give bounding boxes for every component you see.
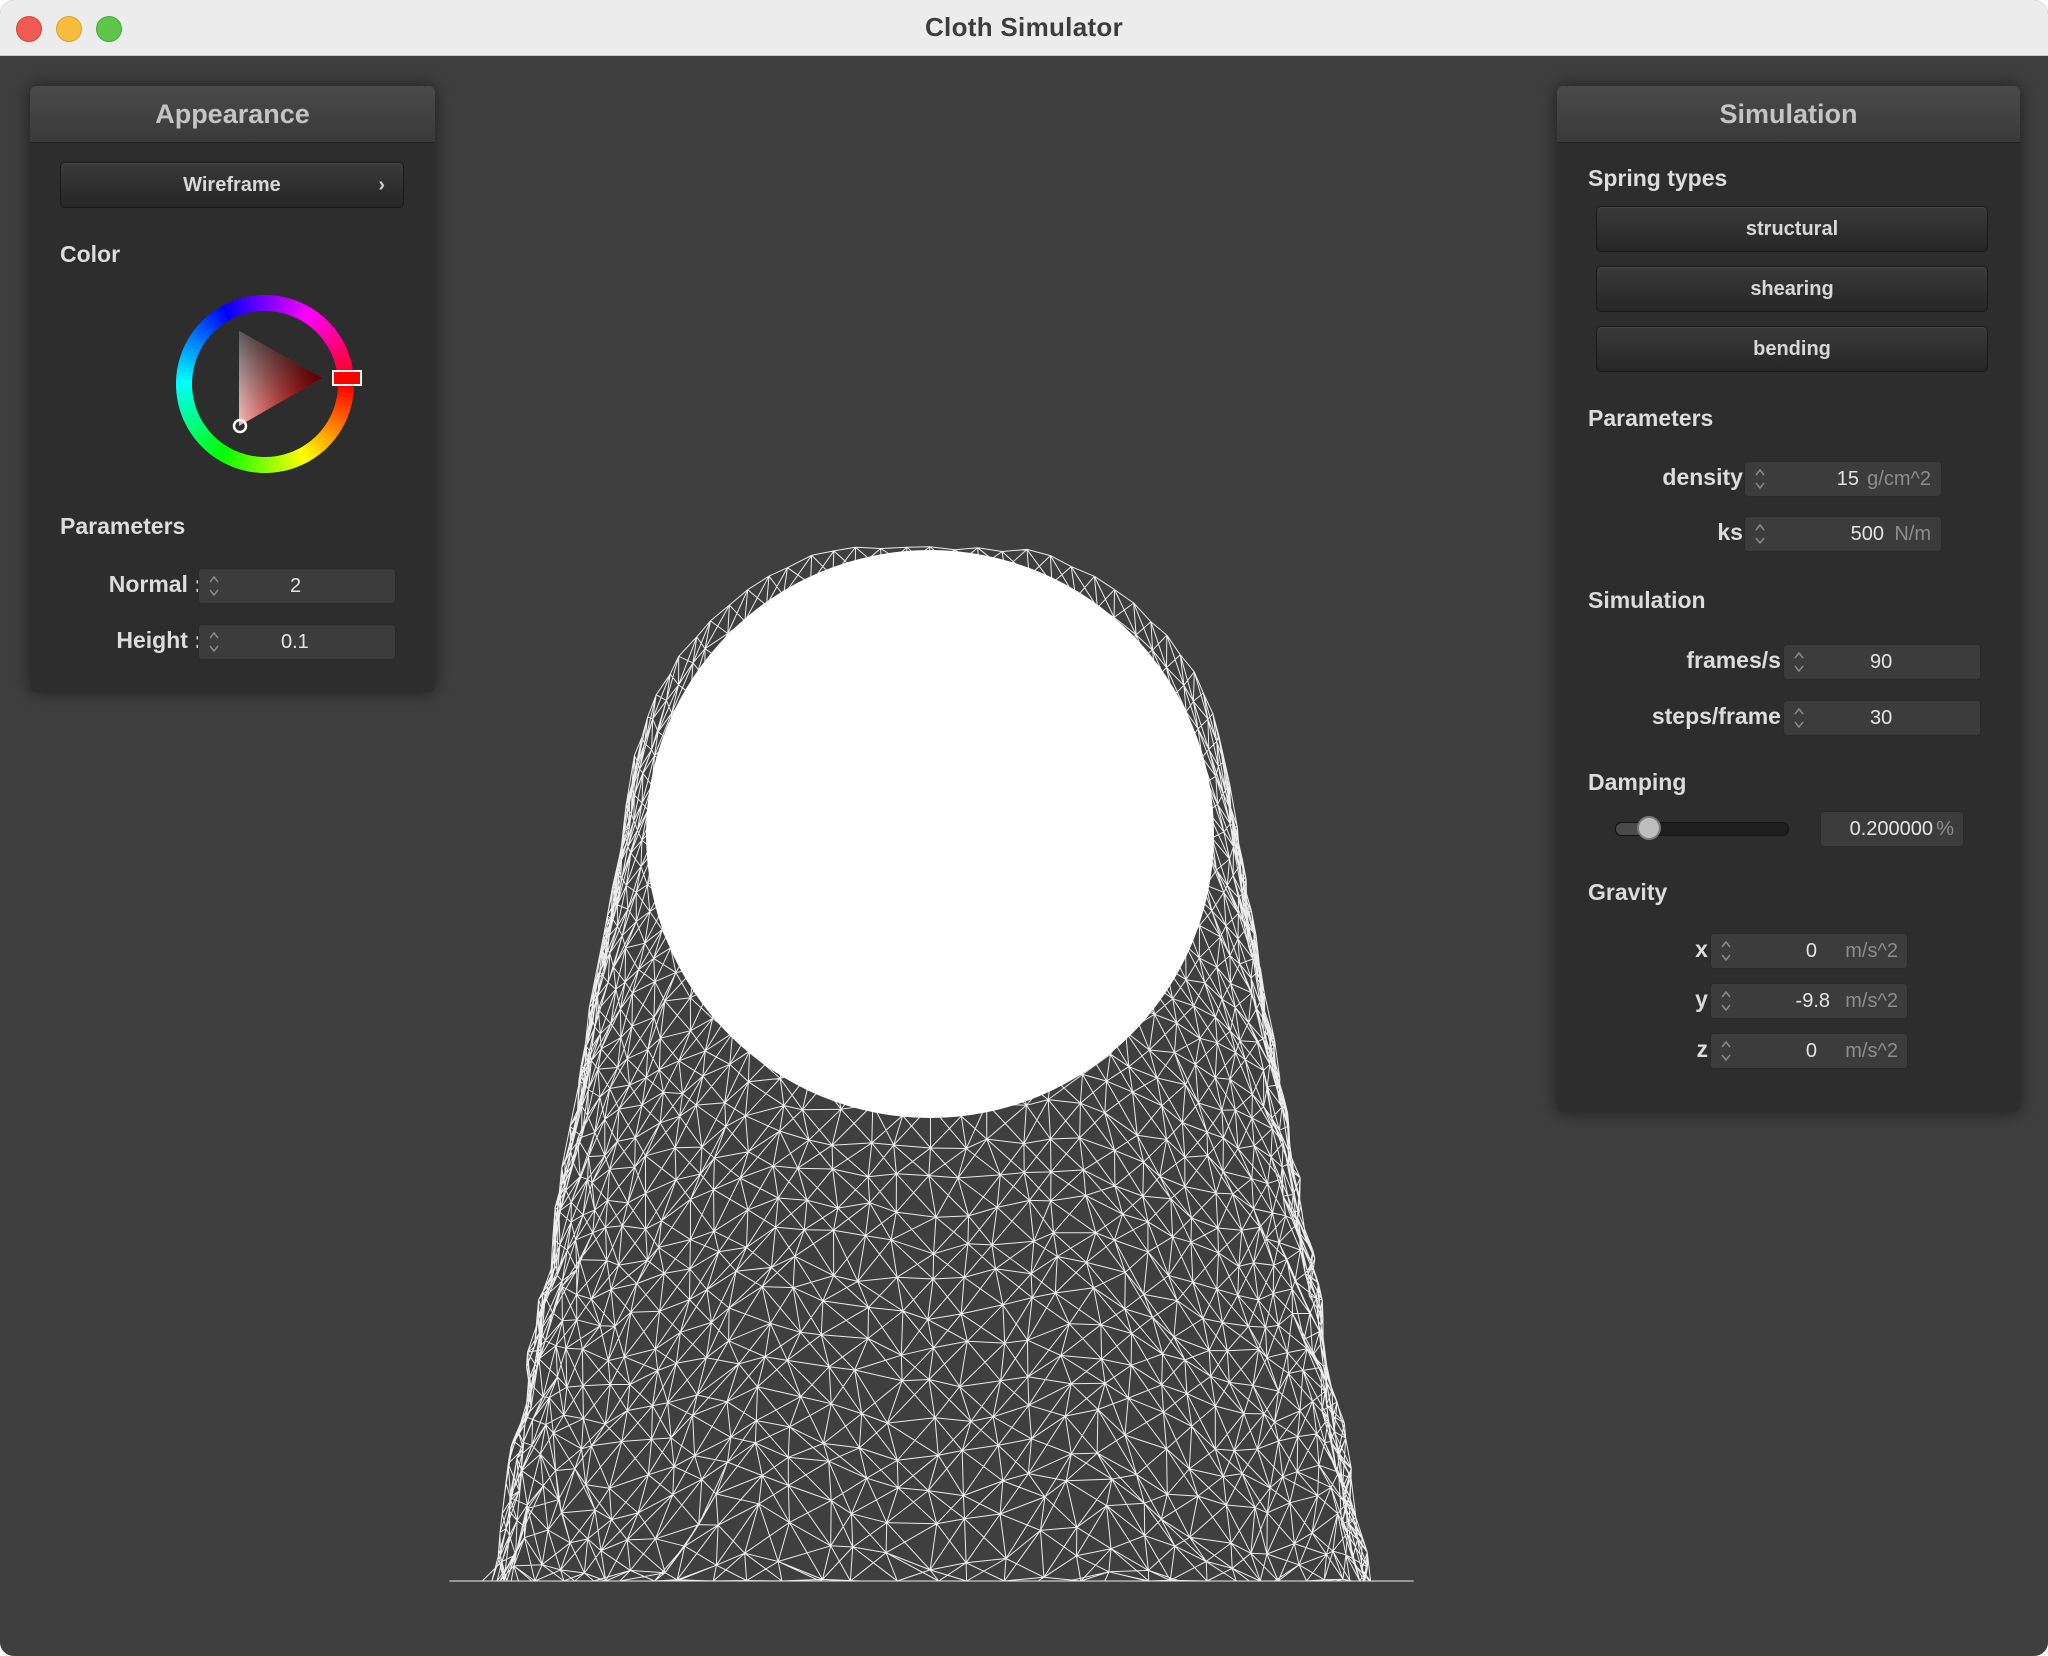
frames-per-second-value: 90 — [1870, 651, 1893, 673]
simulation-section-label: Simulation — [1588, 587, 1706, 613]
density-label: density : — [1662, 464, 1757, 490]
stepper-arrows-icon[interactable] — [1793, 704, 1805, 732]
ks-value: 500 — [1850, 523, 1884, 545]
simulation-panel-header[interactable]: Simulation — [1557, 86, 2020, 143]
shearing-toggle-button[interactable]: shearing — [1596, 266, 1988, 312]
gravity-x-unit: m/s^2 — [1845, 940, 1898, 962]
stepper-arrows-icon[interactable] — [1754, 520, 1766, 548]
stepper-arrows-icon[interactable] — [208, 628, 220, 656]
damping-unit: % — [1936, 818, 1954, 840]
simulation-panel: Simulation Spring types structural shear… — [1557, 86, 2020, 1112]
ks-unit: N/m — [1894, 523, 1931, 545]
color-wheel[interactable] — [165, 284, 365, 484]
stepper-arrows-icon[interactable] — [1720, 937, 1732, 965]
gravity-x-label: x : — [1695, 936, 1722, 962]
gravity-y-unit: m/s^2 — [1845, 990, 1898, 1012]
stepper-arrows-icon[interactable] — [208, 572, 220, 600]
shader-select-label: Wireframe — [183, 174, 281, 196]
damping-value-box[interactable]: 0.200000 % — [1820, 811, 1964, 847]
damping-slider-knob[interactable] — [1637, 816, 1662, 840]
steps-per-frame-label: steps/frame : — [1651, 703, 1795, 729]
stepper-arrows-icon[interactable] — [1720, 987, 1732, 1015]
steps-per-frame-stepper[interactable]: 30 — [1783, 700, 1981, 736]
appearance-panel: Appearance Wireframe › Color Parameters … — [30, 86, 435, 692]
color-section-label: Color — [60, 241, 121, 267]
ks-label: ks : — [1717, 519, 1757, 545]
window-title: Cloth Simulator — [924, 12, 1124, 42]
structural-toggle-button[interactable]: structural — [1596, 206, 1988, 252]
shader-select-button[interactable]: Wireframe › — [60, 162, 404, 208]
gravity-z-stepper[interactable]: 0 m/s^2 — [1710, 1033, 1908, 1069]
gravity-y-label: y : — [1695, 986, 1722, 1012]
frames-per-second-stepper[interactable]: 90 — [1783, 644, 1981, 680]
damping-label: Damping — [1588, 769, 1687, 795]
chevron-right-icon: › — [378, 174, 385, 196]
normal-label: Normal : — [108, 571, 202, 597]
gravity-y-value: -9.8 — [1795, 990, 1830, 1012]
height-label: Height : — [116, 627, 202, 653]
stepper-arrows-icon[interactable] — [1793, 648, 1805, 676]
gravity-y-stepper[interactable]: -9.8 m/s^2 — [1710, 983, 1908, 1019]
appearance-panel-header[interactable]: Appearance — [30, 86, 435, 143]
app-window: Cloth Simulator Appearance Wireframe › C… — [0, 0, 2048, 1656]
appearance-parameters-label: Parameters — [60, 513, 186, 539]
height-stepper[interactable]: 0.1 — [198, 624, 396, 660]
title-bar: Cloth Simulator — [0, 0, 2048, 56]
gravity-z-label: z : — [1696, 1036, 1722, 1062]
appearance-panel-title: Appearance — [155, 99, 310, 129]
damping-value: 0.200000 — [1849, 818, 1933, 840]
stepper-arrows-icon[interactable] — [1754, 465, 1766, 493]
bending-toggle-button[interactable]: bending — [1596, 326, 1988, 372]
stepper-arrows-icon[interactable] — [1720, 1037, 1732, 1065]
normal-value: 2 — [290, 575, 302, 597]
ks-stepper[interactable]: 500 N/m — [1744, 516, 1942, 552]
height-value: 0.1 — [281, 631, 309, 653]
normal-stepper[interactable]: 2 — [198, 568, 396, 604]
gravity-label: Gravity — [1588, 879, 1668, 905]
steps-per-frame-value: 30 — [1870, 707, 1893, 729]
sphere-object — [646, 550, 1214, 1118]
hue-selector-marker[interactable] — [332, 370, 362, 386]
density-unit: g/cm^2 — [1867, 468, 1931, 490]
frames-per-second-label: frames/s : — [1686, 647, 1795, 673]
triangle-shade — [239, 331, 322, 426]
simulation-panel-title: Simulation — [1719, 99, 1858, 129]
density-value: 15 — [1836, 468, 1859, 490]
spring-types-label: Spring types — [1588, 165, 1728, 191]
gravity-z-unit: m/s^2 — [1845, 1040, 1898, 1062]
gravity-z-value: 0 — [1805, 1040, 1817, 1062]
gravity-x-stepper[interactable]: 0 m/s^2 — [1710, 933, 1908, 969]
density-stepper[interactable]: 15 g/cm^2 — [1744, 461, 1942, 497]
simulation-parameters-label: Parameters — [1588, 405, 1714, 431]
gravity-x-value: 0 — [1805, 940, 1817, 962]
